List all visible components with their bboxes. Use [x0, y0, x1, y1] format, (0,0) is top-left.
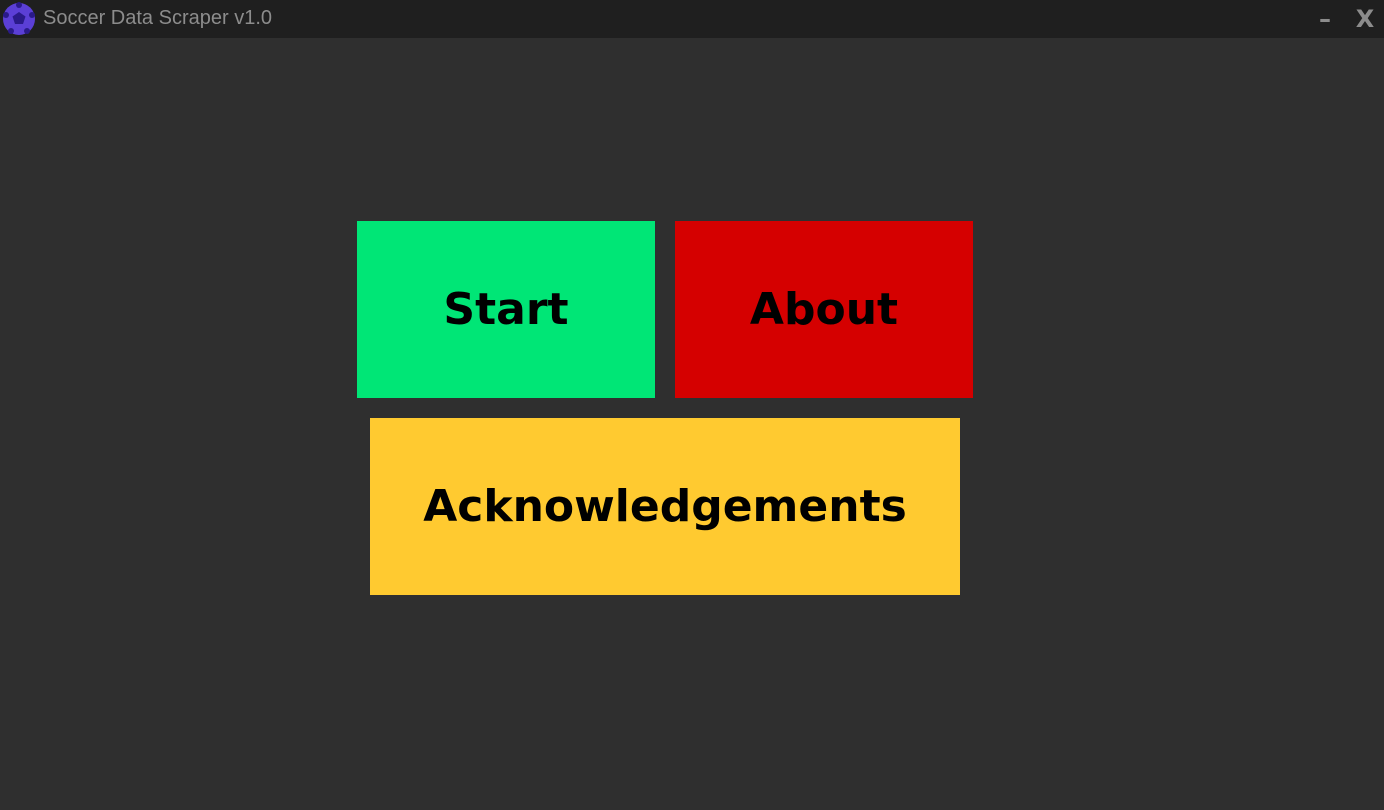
acknowledgements-button[interactable]: Acknowledgements — [370, 418, 960, 595]
soccer-ball-icon — [3, 2, 35, 35]
app-window: Soccer Data Scraper v1.0 – X Start About… — [0, 0, 1384, 810]
soccer-ball-patch-bottom-right — [24, 28, 30, 34]
window-title: Soccer Data Scraper v1.0 — [43, 7, 272, 29]
soccer-ball-patch-top — [16, 2, 22, 8]
soccer-ball-patch-bottom-left — [8, 28, 14, 34]
minimize-button[interactable]: – — [1310, 0, 1340, 38]
close-button[interactable]: X — [1348, 0, 1382, 38]
start-button[interactable]: Start — [357, 221, 655, 398]
about-button[interactable]: About — [675, 221, 973, 398]
soccer-ball-patch-right — [29, 12, 35, 18]
soccer-ball-patch-left — [3, 12, 9, 18]
title-bar[interactable]: Soccer Data Scraper v1.0 – X — [0, 0, 1384, 38]
